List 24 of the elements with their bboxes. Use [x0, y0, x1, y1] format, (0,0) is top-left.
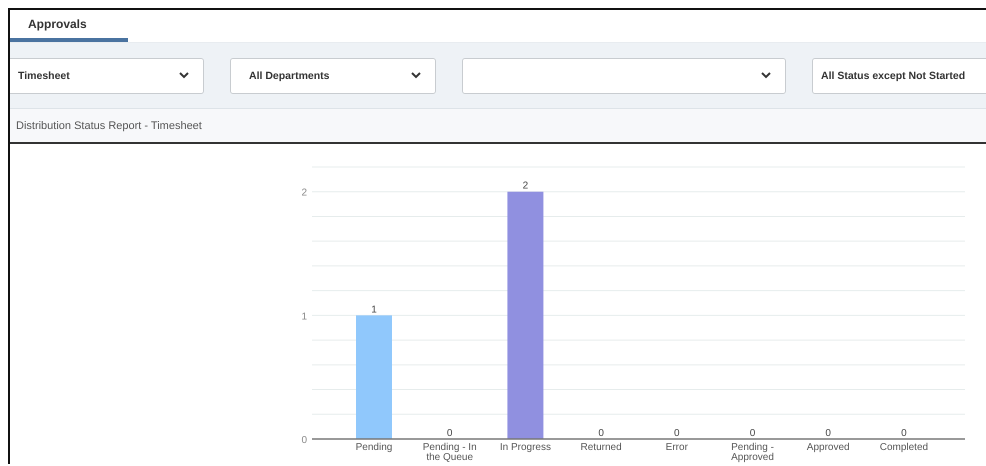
axis-tick-label: 2 [301, 188, 307, 199]
dropdown-field[interactable] [462, 58, 786, 94]
category-label: Pending - In the Queue [422, 442, 477, 463]
data-label: 0 [901, 428, 907, 439]
data-label: 0 [825, 428, 831, 439]
dropdown-field[interactable]: Timesheet [10, 58, 204, 94]
category-label: Error [666, 442, 688, 453]
category-label: In Progress [500, 442, 551, 453]
report-title: Distribution Status Report - Timesheet [16, 120, 202, 132]
data-label: 1 [371, 304, 377, 316]
data-label: 0 [598, 428, 604, 439]
category-label: Pending - Approved [731, 442, 774, 463]
data-label: 0 [674, 428, 680, 439]
data-label: 0 [750, 428, 756, 439]
axis-tick-label: 0 [301, 435, 307, 446]
dropdown-field[interactable]: All Departments [230, 58, 436, 94]
category-label: Completed [880, 442, 928, 453]
data-label: 0 [446, 428, 452, 439]
category-label: Returned [580, 442, 622, 453]
category-label: Approved [806, 442, 850, 453]
dropdown-field[interactable]: All Status except Not Started [812, 58, 986, 94]
data-label: 2 [522, 180, 528, 192]
category-label: Pending [356, 442, 392, 453]
axis-tick-label: 1 [301, 311, 307, 322]
